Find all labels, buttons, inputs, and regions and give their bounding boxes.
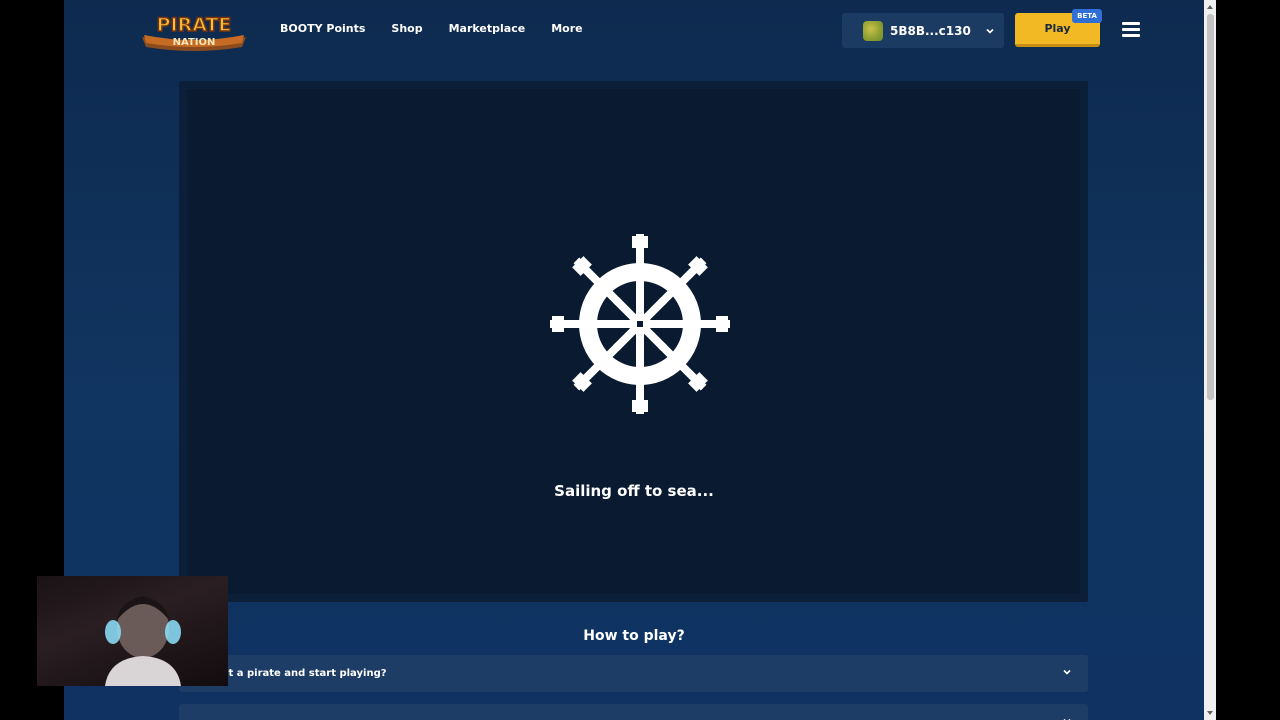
logo-text-top: PIRATE [157, 14, 232, 36]
faq-item[interactable] [179, 704, 1088, 720]
hamburger-menu-icon[interactable] [1122, 22, 1140, 38]
wallet-avatar [863, 20, 883, 41]
logo-text-bottom: NATION [173, 37, 216, 48]
faq-item[interactable]: o I get a pirate and start playing? [179, 655, 1088, 692]
scroll-down-arrow-icon[interactable] [1206, 709, 1214, 717]
scroll-up-arrow-icon[interactable] [1206, 3, 1214, 11]
nav-booty-points[interactable]: BOOTY Points [280, 22, 365, 35]
loading-text: Sailing off to sea... [554, 482, 714, 500]
wallet-dropdown[interactable]: 5B8B...c130 [842, 13, 1004, 48]
chevron-down-icon [1062, 667, 1072, 677]
page-scrollbar[interactable] [1204, 0, 1216, 720]
beta-badge: BETA [1072, 9, 1102, 23]
nav-marketplace[interactable]: Marketplace [449, 22, 526, 35]
wallet-address: 5B8B...c130 [890, 23, 971, 38]
nav-shop[interactable]: Shop [391, 22, 422, 35]
top-navigation-bar: PIRATE NATION BOOTY Points Shop Marketpl… [64, 0, 1204, 60]
pirate-nation-logo[interactable]: PIRATE NATION [138, 9, 250, 51]
main-nav: BOOTY Points Shop Marketplace More [280, 22, 583, 35]
scroll-thumb[interactable] [1207, 14, 1214, 400]
logo-graphic: PIRATE NATION [142, 13, 246, 51]
ship-wheel-icon [548, 232, 732, 416]
how-to-play-title: How to play? [583, 628, 685, 644]
chevron-down-icon [1062, 716, 1072, 720]
page: PIRATE NATION BOOTY Points Shop Marketpl… [64, 0, 1204, 720]
chevron-down-icon [985, 26, 995, 36]
webcam-person-silhouette [105, 596, 181, 686]
nav-more[interactable]: More [551, 22, 582, 35]
webcam-overlay [37, 576, 228, 686]
